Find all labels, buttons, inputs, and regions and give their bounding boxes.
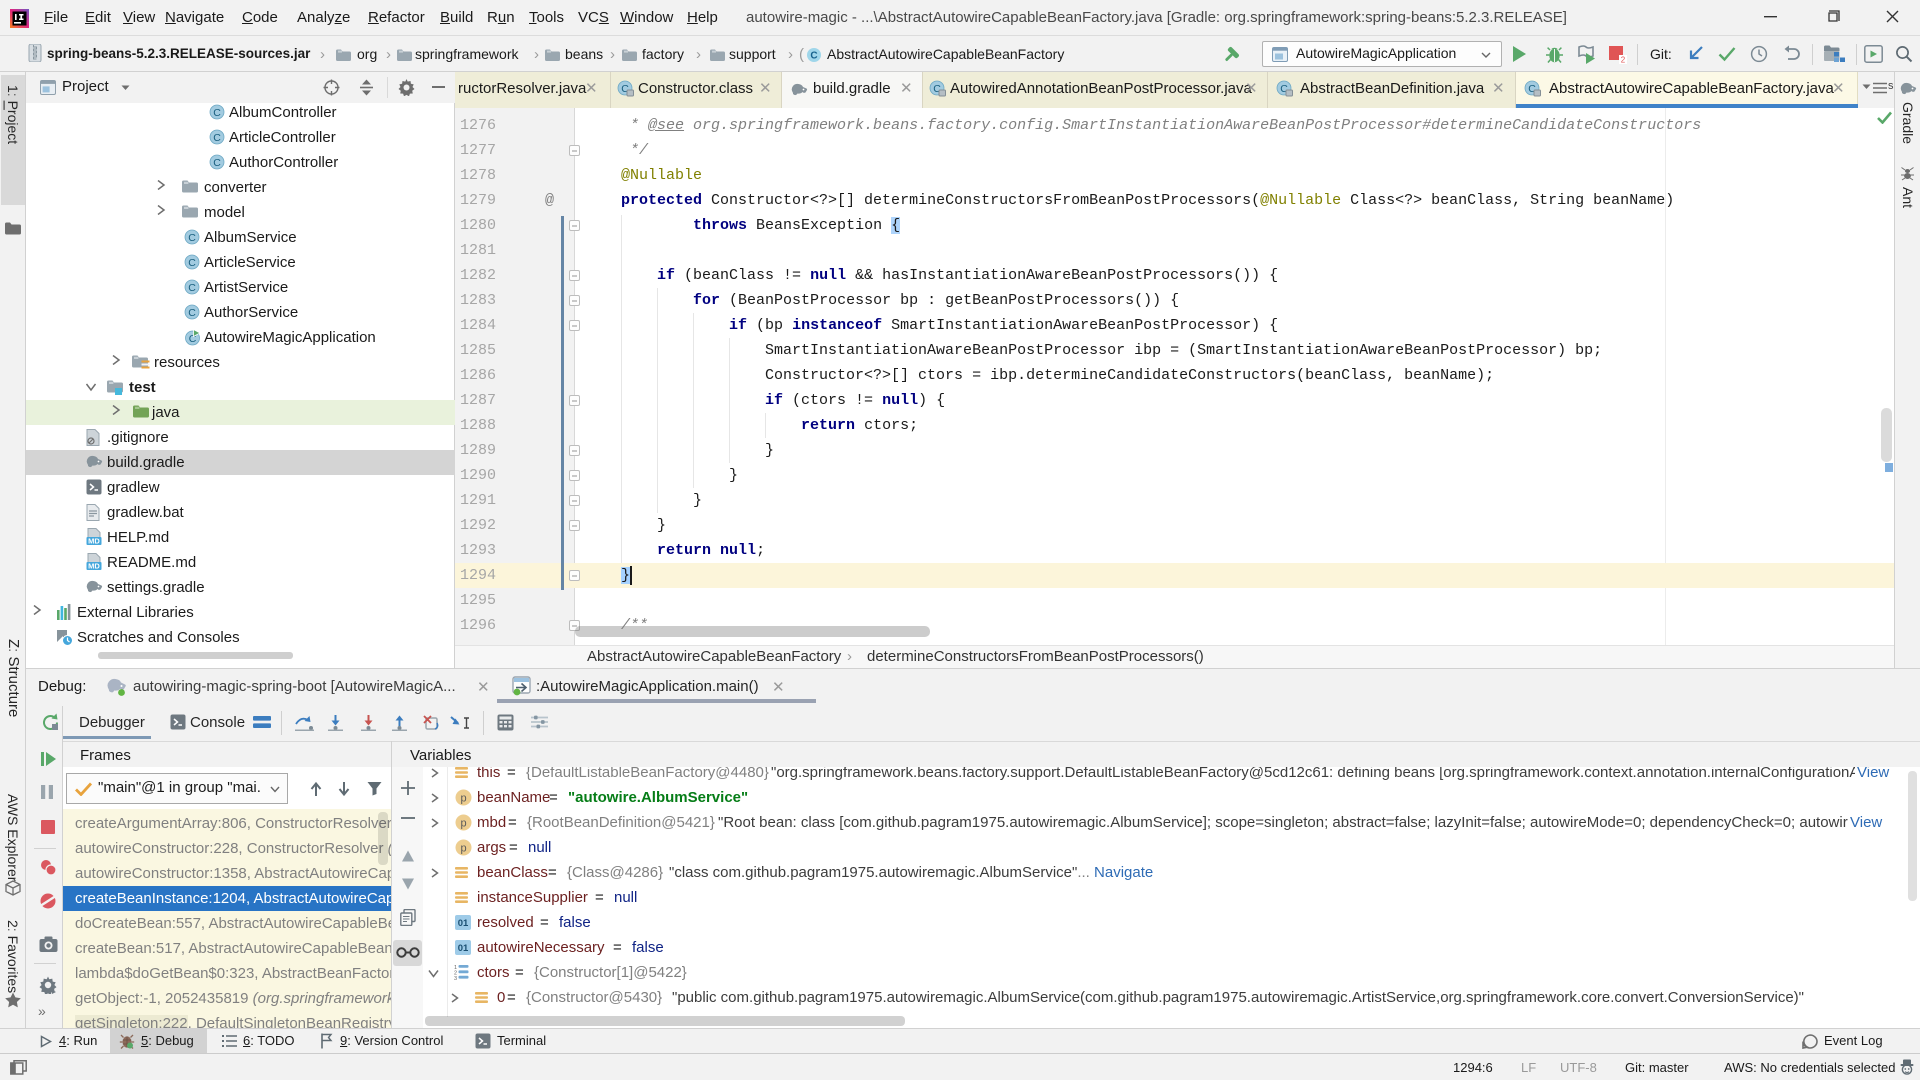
svg-text:MD: MD xyxy=(88,537,100,546)
svg-text:MD: MD xyxy=(88,562,100,571)
svg-text:p: p xyxy=(460,843,466,855)
svg-text:C: C xyxy=(188,282,196,294)
svg-text:C: C xyxy=(213,132,221,144)
svg-text:p: p xyxy=(460,818,466,830)
svg-text:C: C xyxy=(213,107,221,119)
svg-text:01: 01 xyxy=(458,918,469,929)
svg-text:3: 3 xyxy=(454,976,457,980)
svg-text:C: C xyxy=(188,232,196,244)
svg-text:p: p xyxy=(460,793,466,805)
svg-text:2: 2 xyxy=(1621,56,1626,65)
svg-text:01: 01 xyxy=(458,943,469,954)
svg-text:C: C xyxy=(188,257,196,269)
svg-text:C: C xyxy=(188,307,196,319)
svg-text:C: C xyxy=(810,51,817,62)
svg-text:C: C xyxy=(213,157,221,169)
